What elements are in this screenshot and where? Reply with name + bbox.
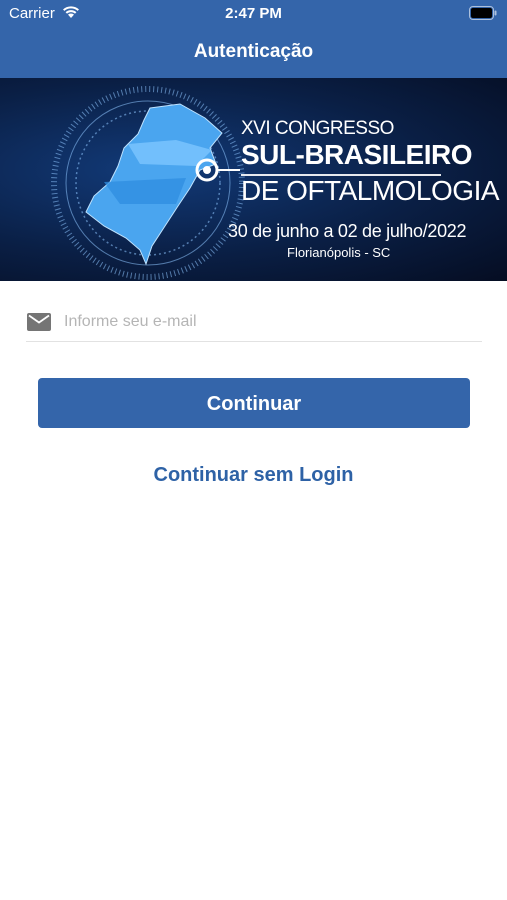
banner-line3: DE OFTALMOLOGIA	[241, 175, 500, 206]
continue-button[interactable]: Continuar	[38, 378, 470, 428]
event-banner: XVI CONGRESSO SUL-BRASILEIRO DE OFTALMOL…	[0, 78, 507, 281]
clock-time: 2:47 PM	[225, 5, 282, 22]
email-field-row	[26, 305, 482, 342]
envelope-icon	[27, 313, 51, 336]
banner-city: Florianópolis - SC	[287, 245, 391, 260]
email-input[interactable]	[64, 309, 474, 335]
banner-line1: XVI CONGRESSO	[241, 118, 394, 139]
battery-icon	[469, 6, 497, 25]
navigation-header: Carrier 2:47 PM Autenticação	[0, 0, 507, 78]
page-title: Autenticação	[193, 41, 314, 62]
banner-dates: 30 de junho a 02 de julho/2022	[228, 221, 467, 241]
banner-line2: SUL-BRASILEIRO	[241, 139, 473, 170]
status-bar: Carrier 2:47 PM	[0, 0, 507, 28]
continue-without-login-button[interactable]: Continuar sem Login	[0, 464, 507, 487]
